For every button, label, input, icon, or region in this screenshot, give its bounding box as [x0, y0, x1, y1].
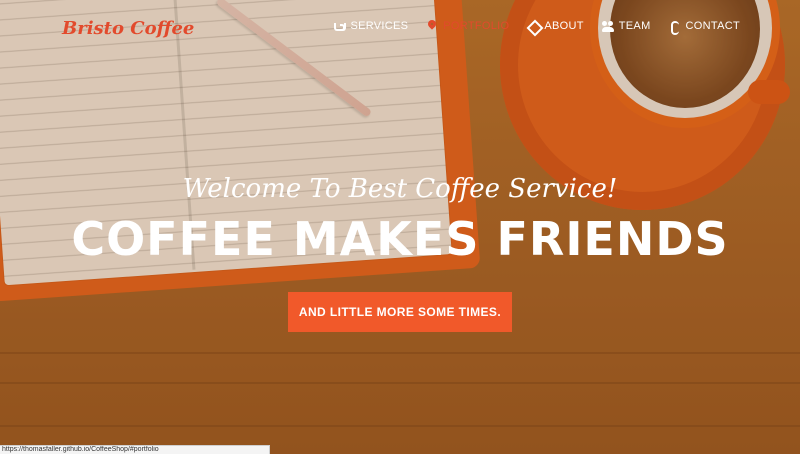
hero-headline: COFFEE MAKES FRIENDS [71, 212, 729, 266]
nav-item-label: TEAM [618, 20, 651, 32]
nav-item-about[interactable]: ABOUT [527, 20, 583, 32]
map-pin-icon [426, 20, 438, 32]
status-bar-url: https://thomasfaller.github.io/CoffeeSho… [0, 445, 270, 454]
nav-item-label: CONTACT [685, 20, 740, 32]
navbar: Bristo Coffee SERVICES PORTFOLIO ABOUT T… [0, 0, 800, 58]
nav-item-label: PORTFOLIO [443, 20, 510, 32]
nav-item-contact[interactable]: CONTACT [669, 20, 740, 35]
brand-logo[interactable]: Bristo Coffee [62, 18, 194, 39]
phone-icon [669, 20, 681, 35]
nav-item-portfolio[interactable]: PORTFOLIO [426, 20, 509, 32]
nav-menu: SERVICES PORTFOLIO ABOUT TEAM CONTACT [333, 20, 740, 35]
nav-item-team[interactable]: TEAM [601, 20, 651, 32]
users-icon [601, 20, 614, 32]
coffee-cup-icon [333, 20, 347, 32]
hero-cta-button[interactable]: AND LITTLE MORE SOME TIMES. [288, 292, 512, 332]
nav-item-label: SERVICES [350, 20, 409, 32]
diamond-icon [527, 20, 539, 32]
nav-item-services[interactable]: SERVICES [333, 20, 408, 32]
nav-item-label: ABOUT [544, 20, 584, 32]
hero-subtitle: Welcome To Best Coffee Service! [182, 174, 618, 204]
